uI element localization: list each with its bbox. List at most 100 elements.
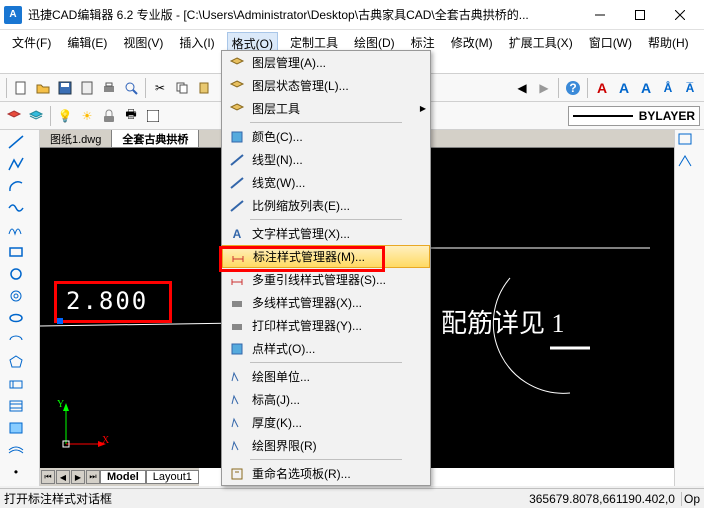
menu-item-8[interactable]: 标注样式管理器(M)... — [222, 245, 430, 268]
tab-nav-first[interactable]: ⏮ — [41, 470, 55, 484]
svg-text:A: A — [233, 227, 242, 241]
menu-9[interactable]: 扩展工具(X) — [505, 32, 577, 71]
menu-item-icon — [226, 466, 248, 482]
tab-nav-prev[interactable]: ◀ — [56, 470, 70, 484]
titlebar: A 迅捷CAD编辑器 6.2 专业版 - [C:\Users\Administr… — [0, 0, 704, 30]
rtool-2[interactable] — [677, 154, 701, 174]
tab-layout1[interactable]: Layout1 — [146, 470, 199, 484]
left-toolbar: • — [0, 130, 40, 486]
nav-right-icon[interactable]: ▶ — [534, 78, 554, 98]
paste-icon[interactable] — [194, 78, 214, 98]
layer-icon[interactable] — [4, 106, 24, 126]
ellipse-arc-tool[interactable] — [2, 330, 30, 350]
menu-item-14[interactable]: 标高(J)... — [222, 388, 430, 411]
menu-3[interactable]: 插入(I) — [175, 32, 218, 71]
menu-item-icon — [226, 101, 248, 117]
polygon-tool[interactable] — [2, 352, 30, 372]
multiline-tool[interactable] — [2, 440, 30, 460]
menu-item-2[interactable]: 图层工具▶ — [222, 97, 430, 120]
menu-0[interactable]: 文件(F) — [8, 32, 55, 71]
print-icon[interactable] — [99, 78, 119, 98]
menu-2[interactable]: 视图(V) — [119, 32, 167, 71]
menu-item-12[interactable]: 点样式(O)... — [222, 337, 430, 360]
color-swatch[interactable] — [143, 106, 163, 126]
menu-item-icon — [226, 78, 248, 94]
new-icon[interactable] — [11, 78, 31, 98]
tab-doc-1[interactable]: 图纸1.dwg — [40, 130, 112, 147]
polyline-tool[interactable] — [2, 154, 30, 174]
menu-item-9[interactable]: 多重引线样式管理器(S)... — [222, 268, 430, 291]
curve-tool[interactable] — [2, 220, 30, 240]
svg-text:?: ? — [569, 81, 576, 95]
tab-model[interactable]: Model — [100, 470, 146, 484]
menu-item-label: 多重引线样式管理器(S)... — [248, 271, 426, 288]
bulb-icon[interactable]: 💡 — [55, 106, 75, 126]
menu-item-6[interactable]: 比例缩放列表(E)... — [222, 194, 430, 217]
menu-item-10[interactable]: 多线样式管理器(X)... — [222, 291, 430, 314]
menu-item-11[interactable]: 打印样式管理器(Y)... — [222, 314, 430, 337]
menu-item-15[interactable]: 厚度(K)... — [222, 411, 430, 434]
menu-item-7[interactable]: A文字样式管理(X)... — [222, 222, 430, 245]
save-icon[interactable] — [55, 78, 75, 98]
circle-tool[interactable] — [2, 264, 30, 284]
open-icon[interactable] — [33, 78, 53, 98]
tab-nav-next[interactable]: ▶ — [71, 470, 85, 484]
menu-item-3[interactable]: 颜色(C)... — [222, 125, 430, 148]
close-button[interactable] — [660, 1, 700, 29]
menu-item-label: 线宽(W)... — [248, 174, 426, 191]
menu-item-icon — [227, 249, 249, 265]
menu-8[interactable]: 修改(M) — [447, 32, 497, 71]
tab-doc-2[interactable]: 全套古典拱桥 — [112, 130, 199, 147]
menu-11[interactable]: 帮助(H) — [644, 32, 693, 71]
preview-icon[interactable] — [121, 78, 141, 98]
menu-item-icon — [226, 295, 248, 311]
menu-item-13[interactable]: 绘图单位... — [222, 365, 430, 388]
ring-tool[interactable] — [2, 286, 30, 306]
print-layer-icon[interactable]: 🖶 — [121, 106, 141, 126]
linetype-combo[interactable]: BYLAYER — [568, 106, 700, 126]
menu-item-label: 颜色(C)... — [248, 128, 426, 145]
layout-tabs: ⏮ ◀ ▶ ⏭ Model Layout1 — [40, 468, 199, 486]
text-style-a2[interactable]: A — [614, 78, 634, 98]
menu-item-icon — [226, 152, 248, 168]
calc-icon[interactable] — [77, 78, 97, 98]
text-style-a3[interactable]: A — [636, 78, 656, 98]
line-tool[interactable] — [2, 132, 30, 152]
help-icon[interactable]: ? — [563, 78, 583, 98]
menu-item-icon — [226, 55, 248, 71]
tab-nav-last[interactable]: ⏭ — [86, 470, 100, 484]
sun-icon[interactable]: ☀ — [77, 106, 97, 126]
nav-left-icon[interactable]: ◀ — [512, 78, 532, 98]
menu-item-16[interactable]: 绘图界限(R) — [222, 434, 430, 457]
menu-item-4[interactable]: 线型(N)... — [222, 148, 430, 171]
menu-item-label: 绘图单位... — [248, 368, 426, 385]
menu-item-label: 图层管理(A)... — [248, 54, 426, 71]
hatch-tool[interactable] — [2, 396, 30, 416]
gradient-tool[interactable] — [2, 418, 30, 438]
text-style-a1[interactable]: A — [592, 78, 612, 98]
maximize-button[interactable] — [620, 1, 660, 29]
menu-item-0[interactable]: 图层管理(A)... — [222, 51, 430, 74]
arc-tool[interactable] — [2, 176, 30, 196]
rtool-1[interactable] — [677, 132, 701, 152]
ellipse-tool[interactable] — [2, 308, 30, 328]
bylayer-label: BYLAYER — [639, 109, 695, 123]
cut-icon[interactable]: ✂ — [150, 78, 170, 98]
lock-combo-icon[interactable] — [99, 106, 119, 126]
rect-tool[interactable] — [2, 242, 30, 262]
ucs-x: X — [102, 435, 109, 446]
menu-item-label: 点样式(O)... — [248, 340, 426, 357]
menu-item-5[interactable]: 线宽(W)... — [222, 171, 430, 194]
copy-icon[interactable] — [172, 78, 192, 98]
rect2-tool[interactable] — [2, 374, 30, 394]
text-style-a4[interactable]: Å — [658, 78, 678, 98]
menu-1[interactable]: 编辑(E) — [63, 32, 111, 71]
menu-item-1[interactable]: 图层状态管理(L)... — [222, 74, 430, 97]
layer-states-icon[interactable] — [26, 106, 46, 126]
spline-tool[interactable] — [2, 198, 30, 218]
menu-10[interactable]: 窗口(W) — [585, 32, 636, 71]
menu-item-17[interactable]: 重命名选项板(R)... — [222, 462, 430, 485]
minimize-button[interactable] — [580, 1, 620, 29]
text-style-a5[interactable]: A̅ — [680, 78, 700, 98]
point-tool[interactable]: • — [2, 462, 30, 482]
